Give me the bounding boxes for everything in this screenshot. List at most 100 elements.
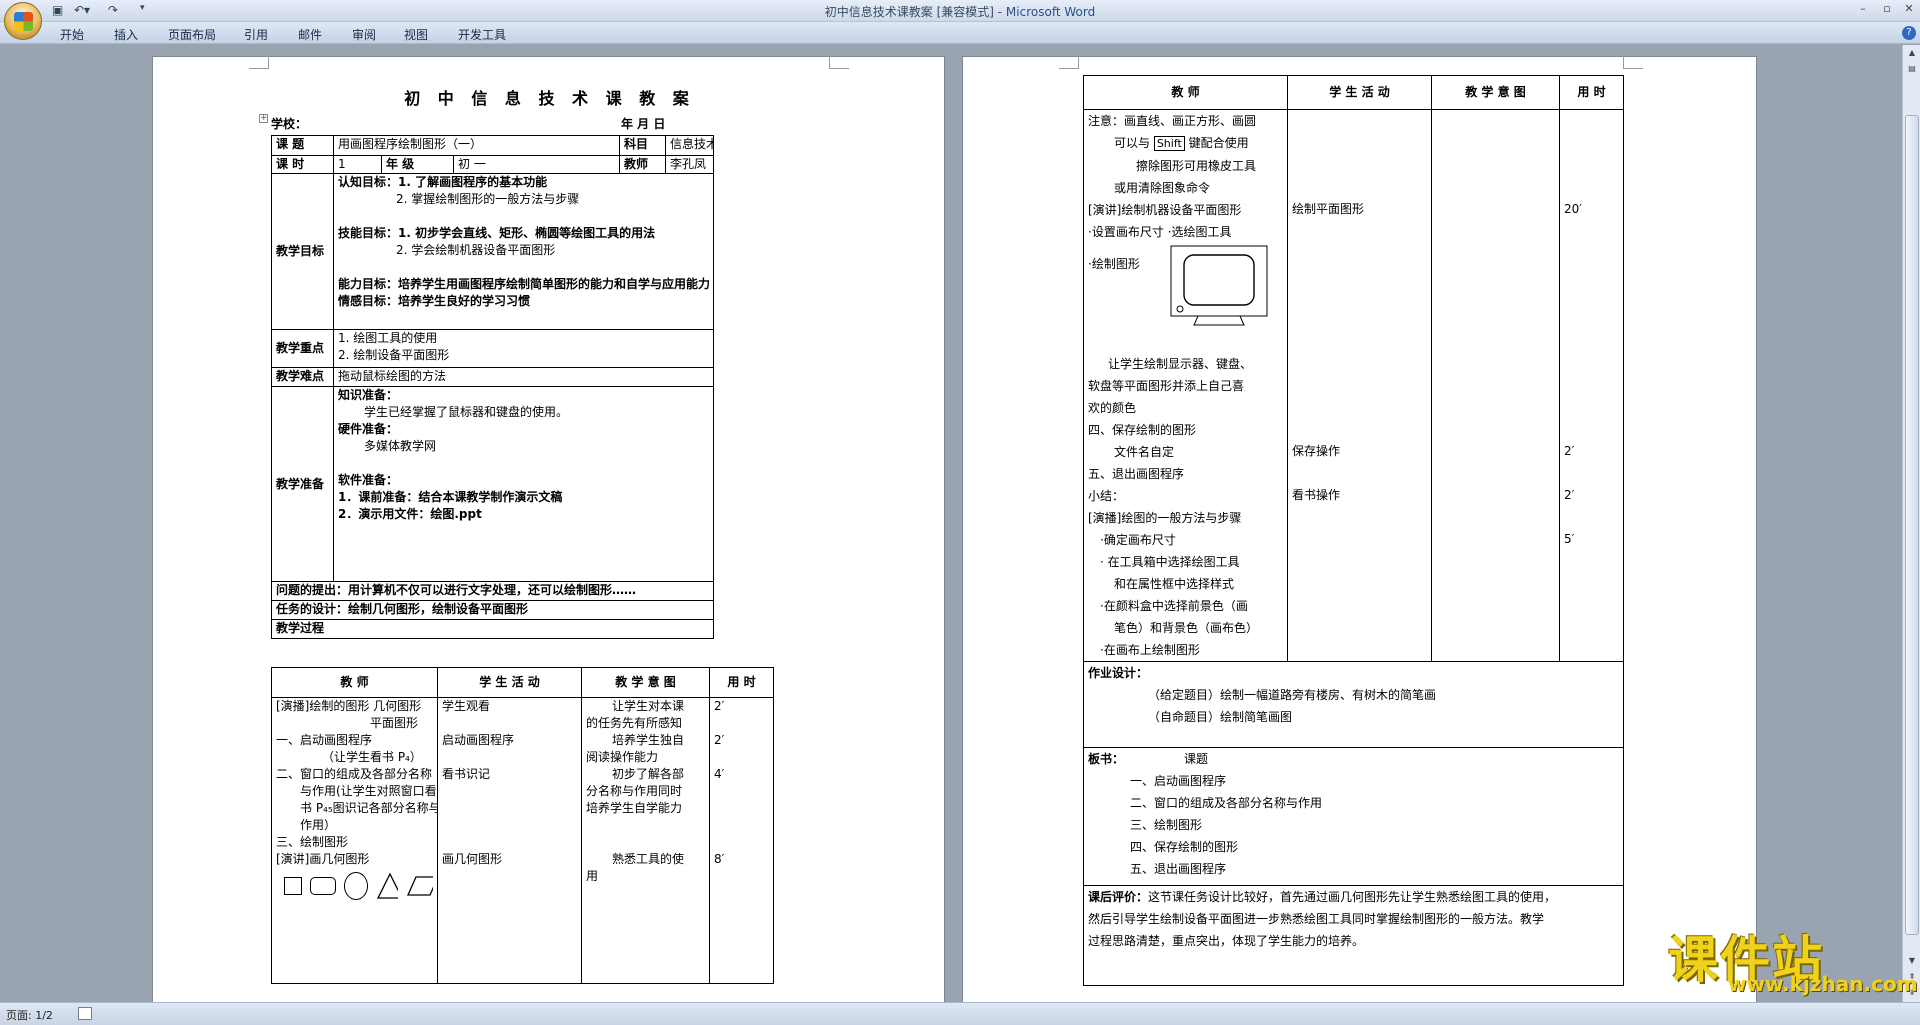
teacher-label: 教师 (619, 155, 667, 174)
teacher-value[interactable]: 李孔凤 (665, 155, 715, 174)
time-empty (714, 715, 769, 732)
office-button[interactable] (4, 2, 42, 40)
school-label: 学校： (271, 117, 308, 131)
prep-content[interactable]: 知识准备： 学生已经掌握了鼠标器和键盘的使用。 硬件准备： 多媒体教学网 软件准… (332, 386, 715, 582)
lesson-plan-table: 课 题 用画图程序绘制图形（一） 科目 信息技术 课 时 1 年 级 初 一 教… (270, 135, 715, 639)
page-count[interactable]: 页面: 1/2 (6, 1007, 53, 1023)
topic-value[interactable]: 用画图程序绘制图形（一） (332, 135, 621, 156)
prep-row: 教学准备 知识准备： 学生已经掌握了鼠标器和键盘的使用。 硬件准备： 多媒体教学… (271, 386, 715, 582)
process-time-cell-p2[interactable]: 20′ 2′ 2′ 5′ (1559, 109, 1624, 662)
hours-label: 课 时 (271, 155, 334, 174)
goal-line: 2. 掌握绘制图形的一般方法与步骤 (396, 192, 580, 206)
teacher-line: 擦除图形可用橡皮工具 (1136, 159, 1257, 173)
time-value: 2′ (714, 699, 725, 713)
tab-view[interactable]: 视图 (404, 26, 428, 43)
topic-label: 课 题 (271, 135, 334, 156)
homework-cell[interactable]: 作业设计： （给定题目）绘制一幅道路旁有楼房、有树木的简笔画 （自命题目）绘制简… (1083, 661, 1624, 748)
time-empty (714, 749, 769, 766)
teacher-line: ·在颜料盒中选择前景色（画 (1100, 599, 1248, 613)
difficulty-value[interactable]: 拖动鼠标绘图的方法 (332, 367, 715, 387)
header-intent: 教 学 意 图 (1431, 75, 1560, 110)
proofing-icon[interactable] (78, 1007, 92, 1020)
process-header-row-p2: 教 师 学 生 活 动 教 学 意 图 用 时 (1083, 75, 1624, 110)
teacher-line: ·绘制图形 (1088, 257, 1140, 271)
status-bar: 页面: 1/2 (0, 1002, 1920, 1025)
task-text[interactable]: 任务的设计：绘制几何图形，绘制设备平面图形 (270, 600, 715, 620)
process-student-cell[interactable]: 学生观看 启动画图程序 看书识记 画几何图形 (437, 697, 582, 984)
teacher-line: 软盘等平面图形并添上自己喜 (1088, 379, 1245, 393)
tab-insert[interactable]: 插入 (114, 26, 138, 43)
keypoints-label: 教学重点 (271, 329, 334, 368)
intent-line: 的任务先有所感知 (586, 716, 683, 730)
review-cell[interactable]: 课后评价：这节课任务设计比较好，首先通过画几何图形先让学生熟悉绘图工具的使用， … (1083, 885, 1624, 986)
intent-line: 用 (586, 869, 599, 883)
crop-mark (1059, 55, 1079, 69)
scroll-up-icon[interactable]: ▲ (1906, 47, 1918, 59)
student-line-empty (442, 783, 577, 851)
time-value: 2′ (1564, 444, 1575, 458)
header-student: 学 生 活 动 (437, 667, 582, 698)
process-body-row: [演播]绘制的图形 几何图形 平面图形 一、启动画图程序 （让学生看书 P₄） … (271, 697, 774, 984)
tab-mailings[interactable]: 邮件 (298, 26, 322, 43)
process-time-cell[interactable]: 2′ 2′ 4′ 8′ (709, 697, 774, 984)
intent-line: 培养学生独自 (612, 733, 685, 747)
tab-home[interactable]: 开始 (60, 26, 84, 43)
keypoints-content[interactable]: 1. 绘图工具的使用 2. 绘制设备平面图形 (332, 329, 715, 368)
tab-developer[interactable]: 开发工具 (458, 26, 506, 43)
parallelogram-shape (407, 876, 433, 896)
table-move-handle-icon[interactable]: + (259, 114, 268, 123)
document-page-1: 初 中 信 息 技 术 课 教 案 学校： 年 月 日 + 课 题 用画图程序绘… (152, 55, 945, 1003)
teacher-line: [演播]绘制的图形 几何图形 (276, 699, 422, 713)
close-button[interactable]: ✕ (1898, 2, 1920, 18)
process-teacher-cell[interactable]: [演播]绘制的图形 几何图形 平面图形 一、启动画图程序 （让学生看书 P₄） … (271, 697, 438, 984)
teacher-line-shift: 可以与 Shift 键配合使用 (1114, 136, 1249, 151)
goal-line: 情感目标：培养学生良好的学习习惯 (338, 294, 531, 308)
process-teacher-cell-p2[interactable]: 注意：画直线、画正方形、画圆 可以与 Shift 键配合使用 擦除图形可用橡皮工… (1083, 109, 1288, 662)
ruler-icon[interactable]: ▤ (1906, 63, 1918, 75)
board-label: 板书： (1088, 752, 1125, 766)
homework-row: 作业设计： （给定题目）绘制一幅道路旁有楼房、有树木的简笔画 （自命题目）绘制简… (1083, 661, 1624, 748)
tab-references[interactable]: 引用 (244, 26, 268, 43)
time-value: 8′ (714, 852, 725, 866)
goals-content[interactable]: 认知目标：1. 了解画图程序的基本功能 2. 掌握绘制图形的一般方法与步骤 技能… (332, 173, 715, 330)
vertical-scrollbar[interactable]: ▲ ▤ ▼ ⇞ ⇟ (1902, 45, 1920, 1002)
square-shape (284, 877, 302, 895)
help-icon[interactable]: ? (1902, 26, 1916, 40)
teacher-line: 书 P₄₅图识记各部分名称与 (300, 801, 438, 815)
teacher-line: 一、启动画图程序 (276, 733, 373, 747)
process-intent-cell-p2[interactable] (1431, 109, 1560, 662)
header-intent: 教 学 意 图 (581, 667, 710, 698)
review-row: 课后评价：这节课任务设计比较好，首先通过画几何图形先让学生熟悉绘图工具的使用， … (1083, 885, 1624, 986)
grade-value[interactable]: 初 一 (452, 155, 621, 174)
tab-page-layout[interactable]: 页面布局 (168, 26, 216, 43)
subject-value[interactable]: 信息技术 (665, 135, 715, 156)
process-label-row: 教学过程 (270, 619, 715, 639)
tab-review[interactable]: 审阅 (352, 26, 376, 43)
scroll-thumb[interactable] (1905, 115, 1919, 935)
time-value: 5′ (1564, 532, 1575, 546)
prep-line: 2．演示用文件：绘图.ppt (338, 507, 482, 521)
hours-row: 课 时 1 年 级 初 一 教师 李孔凤 (271, 155, 715, 174)
intent-line: 培养学生自学能力 (586, 801, 683, 815)
header-student: 学 生 活 动 (1287, 75, 1432, 110)
minimize-button[interactable]: – (1852, 2, 1874, 18)
board-cell[interactable]: 板书： 课题 一、启动画图程序 二、窗口的组成及各部分名称与作用 三、绘制图形 四… (1083, 747, 1624, 886)
question-text[interactable]: 问题的提出：用计算机不仅可以进行文字处理，还可以绘制图形…… (270, 581, 715, 601)
board-line: 二、窗口的组成及各部分名称与作用 (1130, 796, 1323, 810)
process-intent-cell[interactable]: 让学生对本课 的任务先有所感知 培养学生独自 阅读操作能力 初步了解各部 分名称… (581, 697, 710, 984)
maximize-button[interactable]: ▫ (1876, 2, 1898, 18)
prep-line: 硬件准备： (338, 422, 399, 436)
geometric-shapes (276, 868, 433, 900)
header-time: 用 时 (1559, 75, 1624, 110)
topic-row: 课 题 用画图程序绘制图形（一） 科目 信息技术 (271, 135, 715, 156)
student-line: 启动画图程序 (442, 733, 515, 747)
process-student-cell-p2[interactable]: 绘制平面图形 保存操作 看书操作 (1287, 109, 1432, 662)
hours-value[interactable]: 1 (333, 155, 382, 174)
teacher-line: 平面图形 (370, 716, 419, 730)
process-header-row: 教 师 学 生 活 动 教 学 意 图 用 时 (271, 667, 774, 698)
time-value: 4′ (714, 767, 725, 781)
student-line: 看书识记 (442, 767, 491, 781)
time-empty (1564, 111, 1619, 199)
student-line: 保存操作 (1292, 444, 1341, 458)
student-line: 画几何图形 (442, 852, 503, 866)
